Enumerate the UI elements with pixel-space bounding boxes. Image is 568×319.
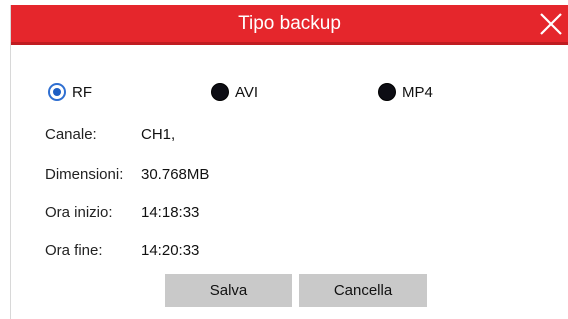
size-value: 30.768MB (141, 166, 210, 183)
radio-option-mp4[interactable]: MP4 (378, 82, 433, 102)
start-time-label: Ora inizio: (45, 204, 113, 221)
dialog-title: Tipo backup (238, 13, 341, 34)
radio-label-mp4: MP4 (402, 83, 433, 101)
save-button[interactable]: Salva (165, 274, 292, 307)
channel-value: CH1, (141, 126, 176, 143)
channel-label: Canale: (45, 126, 97, 143)
radio-option-rf[interactable]: RF (48, 82, 92, 102)
cancel-button[interactable]: Cancella (299, 274, 427, 307)
end-time-label: Ora fine: (45, 242, 103, 259)
radio-option-avi[interactable]: AVI (211, 82, 258, 102)
radio-checked-icon[interactable] (48, 83, 66, 101)
close-icon[interactable] (538, 11, 564, 37)
radio-label-rf: RF (72, 83, 92, 101)
backup-type-dialog: Tipo backup (10, 5, 568, 319)
start-time-value: 14:18:33 (141, 204, 200, 221)
end-time-value: 14:20:33 (141, 242, 200, 259)
size-label: Dimensioni: (45, 166, 124, 183)
radio-label-avi: AVI (235, 83, 259, 101)
radio-unchecked-icon[interactable] (378, 83, 396, 101)
radio-unchecked-icon[interactable] (211, 83, 229, 101)
dialog-titlebar: Tipo backup (11, 5, 568, 45)
